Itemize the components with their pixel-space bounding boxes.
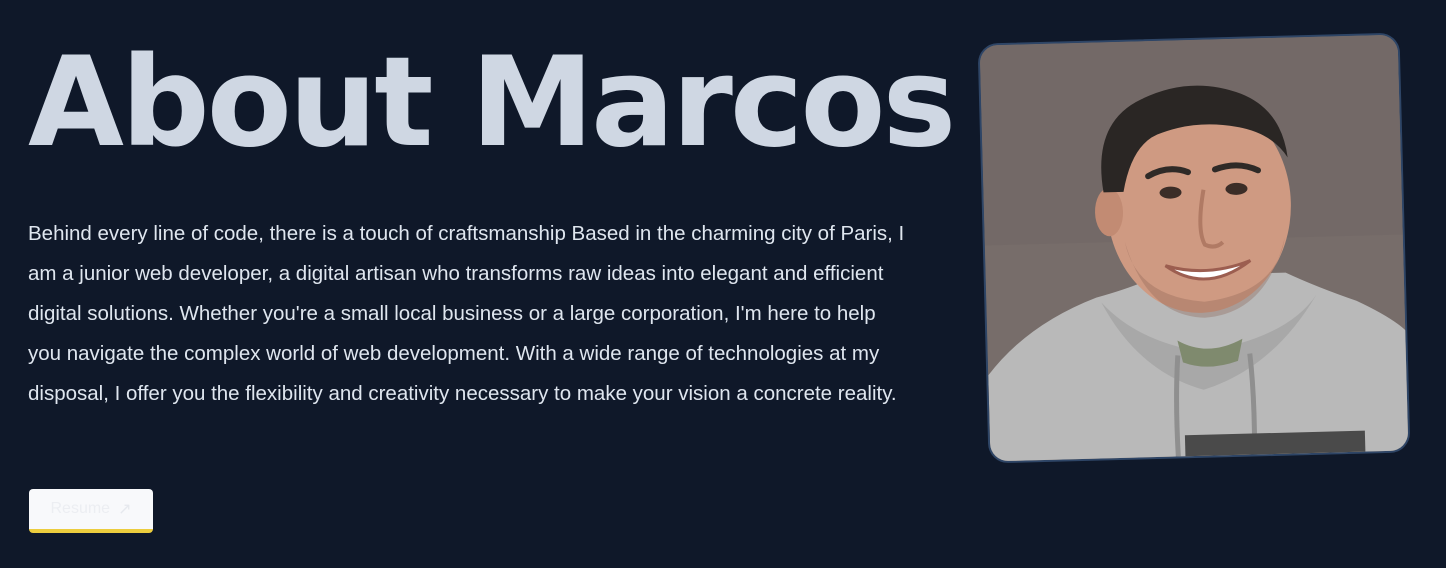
resume-button[interactable]: Resume ↗ [29,489,153,533]
page-title: About Marcos [28,31,956,175]
about-section: About Marcos Behind every line of code, … [0,0,1446,568]
bio-paragraph: Behind every line of code, there is a to… [28,222,905,405]
portrait-illustration [979,34,1411,464]
arrow-up-right-icon: ↗ [118,501,132,518]
profile-photo [977,32,1411,464]
resume-button-label: Resume [50,500,111,517]
